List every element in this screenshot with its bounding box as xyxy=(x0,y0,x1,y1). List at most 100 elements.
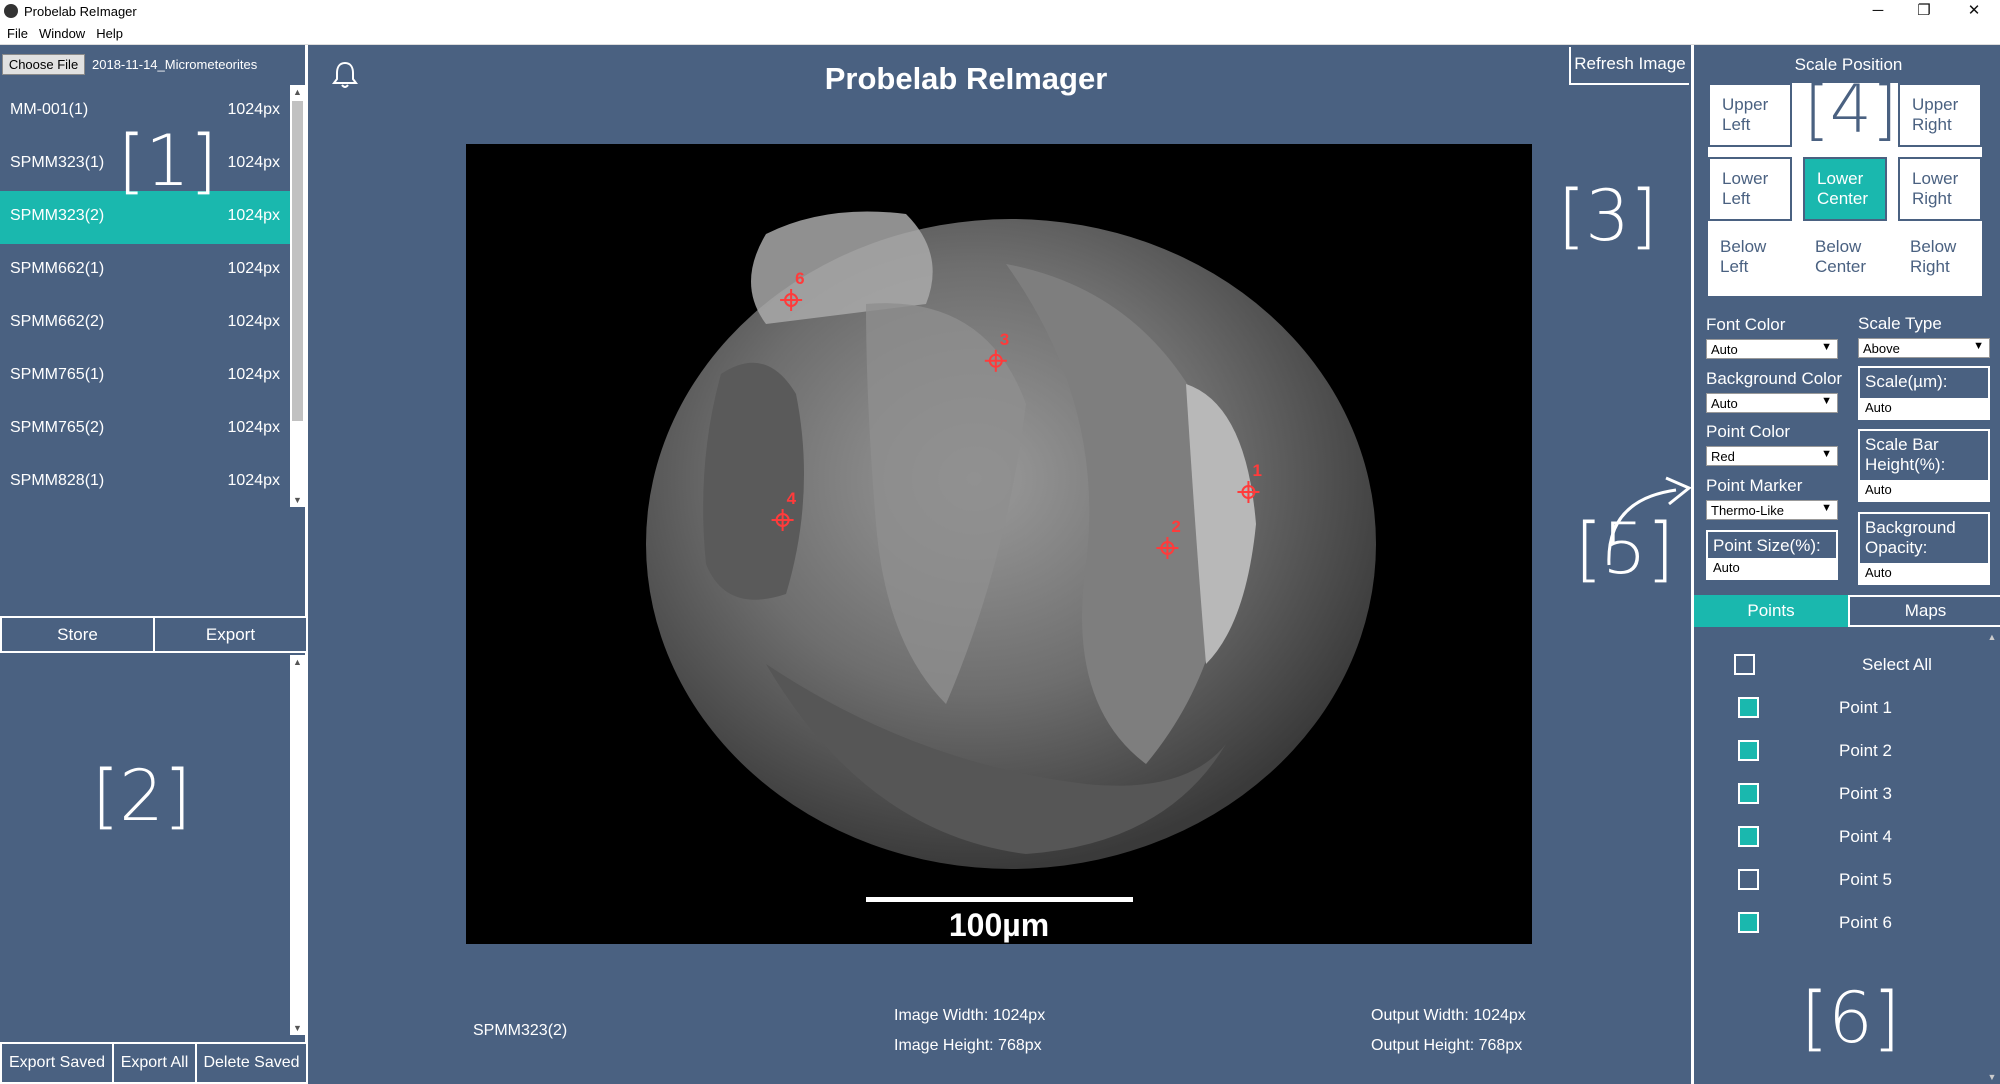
scale-pos-lower-center[interactable]: Lower Center xyxy=(1803,157,1887,221)
file-size: 1024px xyxy=(227,419,281,436)
scroll-down-icon[interactable]: ▼ xyxy=(1984,1072,2000,1082)
dropdown-caret-icon: ▼ xyxy=(1821,395,1832,407)
background-opacity-input[interactable]: Auto xyxy=(1860,563,1988,583)
select-all-checkbox[interactable] xyxy=(1734,654,1755,675)
point-row[interactable]: Point 5 xyxy=(1694,865,1984,899)
scale-pos-upper-right[interactable]: Upper Right xyxy=(1898,83,1982,147)
point-checkbox[interactable] xyxy=(1738,740,1759,761)
point-checkbox[interactable] xyxy=(1738,869,1759,890)
point-row[interactable]: Point 6 xyxy=(1694,908,1984,942)
file-list-item[interactable]: SPMM662(2) 1024px xyxy=(0,297,290,350)
choose-file-button[interactable]: Choose File xyxy=(2,54,85,75)
points-list: Select All Point 1 Point 2 Point 3 Point 4 P… xyxy=(1694,627,1984,1084)
point-marker-label: 6 xyxy=(795,269,804,288)
menu-file[interactable]: File xyxy=(7,24,28,41)
left-panel: Choose File 2018-11-14_Micrometeorites M… xyxy=(0,45,308,1084)
file-size: 1024px xyxy=(227,472,281,489)
point-row[interactable]: Point 3 xyxy=(1694,779,1984,813)
point-color-label: Point Color xyxy=(1706,422,1791,441)
point-marker-label: 4 xyxy=(787,489,797,508)
app-title: Probelab ReImager xyxy=(824,61,1108,96)
annotation-1: [1] xyxy=(118,120,218,202)
font-color-value: Auto xyxy=(1711,342,1738,357)
scroll-up-icon[interactable]: ▲ xyxy=(290,657,305,667)
scroll-down-icon[interactable]: ▼ xyxy=(290,495,305,505)
refresh-image-button[interactable]: Refresh Image xyxy=(1569,47,1689,85)
scroll-thumb[interactable] xyxy=(292,101,303,421)
scroll-up-icon[interactable]: ▲ xyxy=(1984,632,2000,642)
scale-pos-lower-left[interactable]: Lower Left xyxy=(1708,157,1792,221)
file-list-item[interactable]: SPMM765(2) 1024px xyxy=(0,403,290,456)
point-marker-label: 2 xyxy=(1171,517,1180,536)
close-button[interactable]: ✕ xyxy=(1952,0,1996,24)
title-bar: Probelab ReImager ─ ❐ ✕ xyxy=(0,0,2000,24)
export-all-button[interactable]: Export All xyxy=(112,1042,197,1084)
file-size: 1024px xyxy=(227,313,281,330)
point-label: Point 5 xyxy=(1839,870,1892,889)
point-marker-select[interactable]: Thermo-Like ▼ xyxy=(1706,500,1838,520)
point-checkbox[interactable] xyxy=(1738,783,1759,804)
file-list-scrollbar[interactable]: ▲ ▼ xyxy=(290,85,305,507)
point-label: Point 6 xyxy=(1839,913,1892,932)
point-size-field[interactable]: Point Size(%): Auto xyxy=(1706,530,1838,580)
point-size-input[interactable]: Auto xyxy=(1708,558,1836,578)
scale-pos-below-center[interactable]: Below Center xyxy=(1803,227,1887,291)
background-color-select[interactable]: Auto ▼ xyxy=(1706,393,1838,413)
delete-saved-button[interactable]: Delete Saved xyxy=(195,1042,308,1084)
font-color-select[interactable]: Auto ▼ xyxy=(1706,339,1838,359)
scroll-down-icon[interactable]: ▼ xyxy=(290,1023,305,1033)
saved-list-scrollbar[interactable]: ▲ ▼ xyxy=(290,655,305,1035)
file-name: MM-001(1) xyxy=(10,101,89,118)
scale-um-field[interactable]: Scale(µm): Auto xyxy=(1858,366,1990,420)
export-saved-button[interactable]: Export Saved xyxy=(0,1042,114,1084)
scale-pos-lower-right[interactable]: Lower Right xyxy=(1898,157,1982,221)
point-label: Point 1 xyxy=(1839,698,1892,717)
scale-bar-height-field[interactable]: Scale Bar Height(%): Auto xyxy=(1858,429,1990,502)
store-button[interactable]: Store xyxy=(0,616,155,653)
point-marker-value: Thermo-Like xyxy=(1711,503,1784,518)
dropdown-caret-icon: ▼ xyxy=(1973,340,1984,352)
select-all-label: Select All xyxy=(1862,655,1932,674)
points-scrollbar[interactable]: ▲ ▼ xyxy=(1984,630,2000,1084)
file-size: 1024px xyxy=(227,207,281,224)
select-all-row[interactable]: Select All xyxy=(1694,650,1984,684)
tab-maps[interactable]: Maps xyxy=(1848,595,2000,627)
annotation-2: [2] xyxy=(92,755,192,837)
image-preview[interactable]: 1 2 3 4 6 100µm xyxy=(466,144,1532,944)
scale-pos-below-right[interactable]: Below Right xyxy=(1898,227,1982,291)
point-row[interactable]: Point 1 xyxy=(1694,693,1984,727)
dropdown-caret-icon: ▼ xyxy=(1821,448,1832,460)
point-row[interactable]: Point 2 xyxy=(1694,736,1984,770)
file-size: 1024px xyxy=(227,260,281,277)
maximize-button[interactable]: ❐ xyxy=(1902,0,1946,24)
background-opacity-field[interactable]: Background Opacity: Auto xyxy=(1858,512,1990,585)
menu-help[interactable]: Help xyxy=(96,24,123,41)
point-row[interactable]: Point 4 xyxy=(1694,822,1984,856)
scroll-up-icon[interactable]: ▲ xyxy=(290,87,305,97)
file-list-item[interactable]: SPMM765(1) 1024px xyxy=(0,350,290,403)
scale-pos-below-left[interactable]: Below Left xyxy=(1708,227,1792,291)
file-list-item[interactable]: SPMM662(1) 1024px xyxy=(0,244,290,297)
annotation-6: [6] xyxy=(1801,977,1901,1059)
image-height: Image Height: 768px xyxy=(894,1037,1042,1054)
point-checkbox[interactable] xyxy=(1738,697,1759,718)
file-size: 1024px xyxy=(227,101,281,118)
scale-pos-upper-left[interactable]: Upper Left xyxy=(1708,83,1792,147)
point-color-select[interactable]: Red ▼ xyxy=(1706,446,1838,466)
file-name: SPMM662(1) xyxy=(10,260,105,277)
tab-points[interactable]: Points xyxy=(1694,595,1848,627)
point-size-label: Point Size(%): xyxy=(1713,536,1821,555)
export-button[interactable]: Export xyxy=(153,616,308,653)
main-area: Probelab ReImager Refresh Image 1 2 3 4 6 10… xyxy=(311,45,1692,1084)
scale-um-input[interactable]: Auto xyxy=(1860,398,1988,418)
app-icon xyxy=(4,4,18,18)
background-color-value: Auto xyxy=(1711,396,1738,411)
menu-window[interactable]: Window xyxy=(39,24,85,41)
scale-bar-height-input[interactable]: Auto xyxy=(1860,480,1988,500)
point-checkbox[interactable] xyxy=(1738,826,1759,847)
point-checkbox[interactable] xyxy=(1738,912,1759,933)
scale-type-select[interactable]: Above ▼ xyxy=(1858,338,1990,358)
minimize-button[interactable]: ─ xyxy=(1856,0,1900,24)
file-name: SPMM662(2) xyxy=(10,313,105,330)
file-list-item[interactable]: SPMM828(1) 1024px xyxy=(0,456,290,507)
